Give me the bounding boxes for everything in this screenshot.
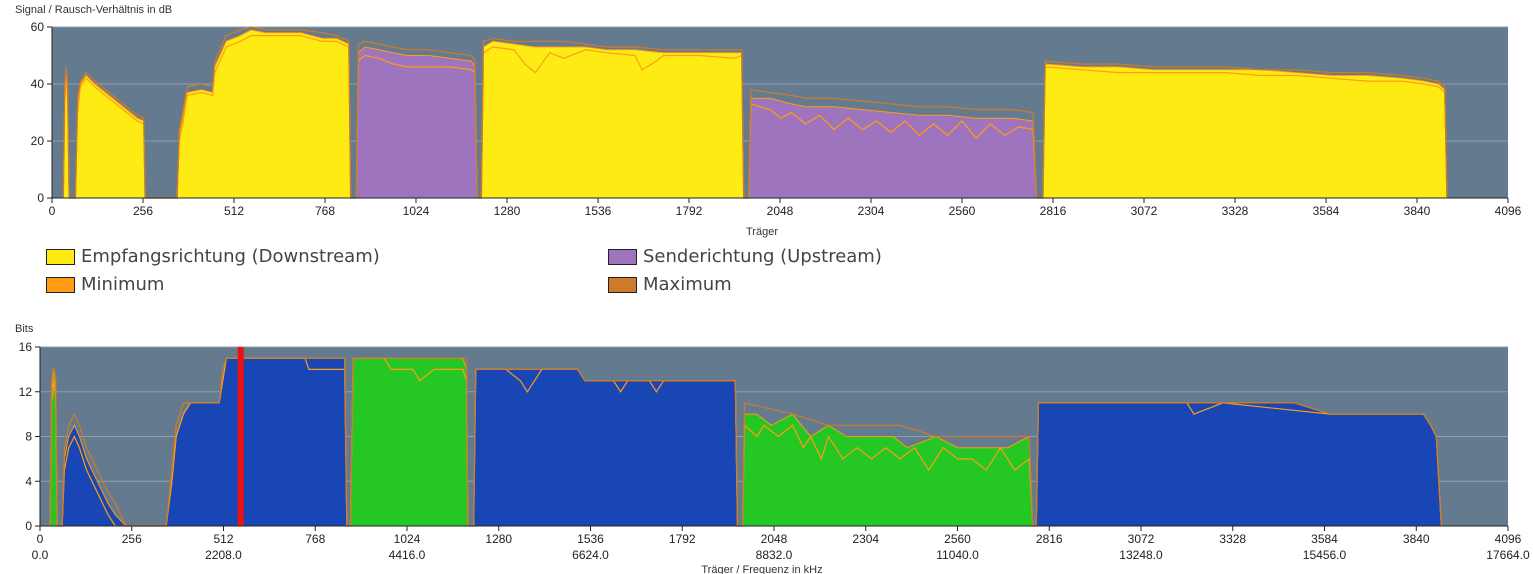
- bits-xtick-label-5: 1280: [485, 532, 512, 546]
- legend-label-downstream: Empfangsrichtung (Downstream): [81, 246, 380, 267]
- legend-label-upstream: Senderichtung (Upstream): [643, 246, 882, 267]
- snr-xtick-label-14: 3584: [1313, 204, 1340, 218]
- bits-marker: [237, 347, 244, 526]
- bits-xlabel: Träger / Frequenz in kHz: [701, 564, 822, 574]
- bits-ytick-label-4: 16: [19, 340, 33, 354]
- bits-freq-label-8: 17664.0: [1486, 548, 1530, 562]
- snr-xtick-label-16: 4096: [1495, 204, 1522, 218]
- bits-xtick-label-11: 2816: [1036, 532, 1063, 546]
- legend-maximum: Maximum: [608, 274, 732, 295]
- bits-xtick-label-16: 4096: [1495, 532, 1522, 546]
- bits-ytick-label-2: 8: [25, 430, 32, 444]
- snr-ylabel: Signal / Rausch-Verhältnis in dB: [15, 4, 172, 16]
- snr-ytick-label-3: 60: [31, 20, 45, 34]
- bits-xtick-label-8: 2048: [761, 532, 788, 546]
- bits-freq-label-1: 2208.0: [205, 548, 242, 562]
- bits-area-4: [473, 368, 738, 527]
- snr-xtick-label-3: 768: [315, 204, 335, 218]
- bits-ylabel: Bits: [15, 323, 34, 335]
- snr-area-3: [355, 46, 478, 199]
- legend-label-minimum: Minimum: [81, 274, 165, 295]
- bits-xtick-label-3: 768: [305, 532, 325, 546]
- snr-xtick-label-5: 1280: [494, 204, 521, 218]
- bits-xtick-label-14: 3584: [1311, 532, 1338, 546]
- bits-marker-group: [237, 347, 244, 526]
- legend-minimum: Minimum: [46, 274, 164, 295]
- legend-swatch-maximum: [608, 276, 637, 293]
- snr-ytick-label-0: 0: [37, 191, 44, 205]
- bits-ytick-label-3: 12: [19, 385, 33, 399]
- snr-area-6: [1042, 63, 1448, 199]
- bits-xtick-label-1: 256: [122, 532, 142, 546]
- bits-area-3: [349, 357, 469, 527]
- snr-ytick-label-2: 40: [31, 77, 45, 91]
- snr-xtick-label-2: 512: [224, 204, 244, 218]
- bits-freq-label-3: 6624.0: [572, 548, 609, 562]
- bits-xtick-label-4: 1024: [394, 532, 421, 546]
- bits-xtick-label-0: 0: [37, 532, 44, 546]
- snr-xtick-label-15: 3840: [1404, 204, 1431, 218]
- snr-xtick-label-4: 1024: [403, 204, 430, 218]
- snr-xtick-label-7: 1792: [676, 204, 703, 218]
- legend-swatch-downstream: [46, 248, 75, 265]
- snr-ytick-label-1: 20: [31, 134, 45, 148]
- bits-xtick-label-13: 3328: [1219, 532, 1246, 546]
- legend-label-maximum: Maximum: [643, 274, 732, 295]
- bits-xtick-label-6: 1536: [577, 532, 604, 546]
- snr-xtick-label-13: 3328: [1222, 204, 1249, 218]
- bits-area-6: [1035, 402, 1442, 527]
- bits-freq-label-7: 15456.0: [1303, 548, 1347, 562]
- bits-freq-label-0: 0.0: [32, 548, 49, 562]
- snr-xtick-label-6: 1536: [585, 204, 612, 218]
- bits-xtick-label-2: 512: [213, 532, 233, 546]
- bits-freq-label-6: 13248.0: [1119, 548, 1163, 562]
- legend-upstream: Senderichtung (Upstream): [608, 246, 882, 267]
- bits-xtick-label-7: 1792: [669, 532, 696, 546]
- snr-area-4: [480, 40, 745, 199]
- bits-xtick-label-12: 3072: [1128, 532, 1155, 546]
- snr-xtick-label-0: 0: [49, 204, 56, 218]
- bits-ytick-label-1: 4: [25, 474, 32, 488]
- legend-swatch-upstream: [608, 248, 637, 265]
- bits-ytick-label-0: 0: [25, 519, 32, 533]
- bits-freq-label-4: 8832.0: [756, 548, 793, 562]
- snr-xtick-label-12: 3072: [1131, 204, 1158, 218]
- snr-xtick-label-11: 2816: [1040, 204, 1067, 218]
- bits-xtick-label-9: 2304: [852, 532, 879, 546]
- snr-xtick-label-9: 2304: [858, 204, 885, 218]
- bits-freq-label-5: 11040.0: [936, 548, 979, 562]
- legend-swatch-minimum: [46, 276, 75, 293]
- snr-xtick-label-1: 256: [133, 204, 153, 218]
- bits-xtick-label-10: 2560: [944, 532, 971, 546]
- bits-xtick-label-15: 3840: [1403, 532, 1430, 546]
- bits-chart: Bits 0 256 512 768 1024 1280 1536 1792 2048 2304 2…: [15, 323, 1530, 574]
- bits-freq-label-2: 4416.0: [389, 548, 426, 562]
- snr-xtick-label-10: 2560: [949, 204, 976, 218]
- snr-xlabel: Träger: [746, 226, 778, 238]
- snr-chart: Signal / Rausch-Verhältnis in dB 0 256 512…: [15, 4, 1522, 238]
- legend-downstream: Empfangsrichtung (Downstream): [46, 246, 380, 267]
- snr-xtick-label-8: 2048: [767, 204, 794, 218]
